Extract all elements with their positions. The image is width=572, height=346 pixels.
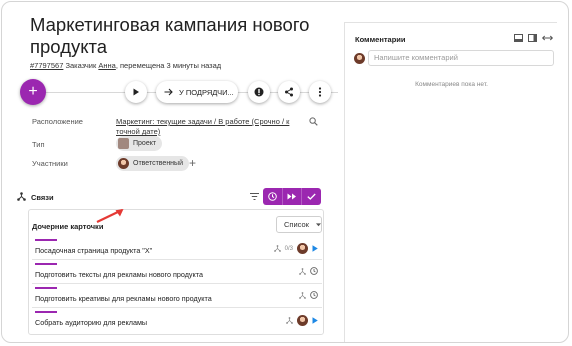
subtasks-icon [299,267,306,275]
comments-title: Комментарии [355,35,406,44]
meta-prefix: Заказчик [63,61,99,70]
annotation-arrow-icon [96,209,124,223]
subtasks-icon [286,317,293,324]
filter-icon[interactable] [250,193,259,200]
links-section-title: Связи [31,193,54,202]
links-hierarchy-icon [17,192,26,201]
child-card[interactable]: Подготовить креативы для рекламы нового … [32,287,322,308]
subtask-count: 0/3 [284,245,293,252]
clock-icon[interactable] [310,291,318,299]
card-color-bar [35,287,57,289]
type-chip[interactable]: Проект [116,136,163,151]
child-card[interactable]: Посадочная страница продукта "X" 0/3 [32,239,322,260]
child-card-title: Подготовить тексты для рекламы нового пр… [35,270,203,279]
play-icon [133,88,139,96]
clock-button[interactable] [263,188,283,205]
card-main-panel: Маркетинговая кампания нового продукта #… [2,2,340,342]
card-id-link[interactable]: #7797567 [30,61,63,70]
fast-forward-icon [287,193,296,200]
expand-horizontal-icon[interactable] [542,34,553,42]
type-label: Тип [32,140,45,149]
layout-bottom-icon[interactable] [514,34,523,42]
child-card[interactable]: Собрать аудиторию для рекламы [32,311,322,332]
child-card-title: Посадочная страница продукта "X" [35,246,153,255]
location-link[interactable]: Маркетинг: текущие задачи / В работе (Ср… [116,117,296,137]
share-icon [285,87,293,97]
card-window: Маркетинговая кампания нового продукта #… [1,1,569,343]
avatar [297,315,308,326]
participant-chip[interactable]: Ответственный [116,156,189,171]
layout-side-icon[interactable] [528,34,537,42]
move-to-button[interactable]: У ПОДРЯДЧИ... [156,81,238,103]
child-cards-title: Дочерние карточки [32,222,104,231]
participants-label: Участники [32,159,68,168]
avatar [118,158,129,169]
search-icon[interactable] [309,117,318,126]
type-chip-label: Проект [133,140,157,147]
share-button[interactable] [278,81,300,103]
avatar [297,243,308,254]
clock-icon[interactable] [310,267,318,275]
child-card[interactable]: Подготовить тексты для рекламы нового пр… [32,263,322,284]
arrow-right-icon [164,88,173,96]
subtasks-icon [299,291,306,299]
add-button[interactable]: + [20,79,46,105]
view-mode-select[interactable]: Список [276,216,322,233]
card-meta: #7797567 Заказчик Анна, перемещена 3 мин… [30,61,221,70]
participant-role-label: Ответственный [133,160,183,167]
subtasks-icon [273,245,281,252]
comments-panel: Комментарии Напишите комментарий Коммент… [344,22,557,342]
card-color-bar [35,311,57,313]
block-button[interactable] [248,81,270,103]
block-icon [254,87,264,97]
clock-icon [268,192,277,201]
child-card-title: Собрать аудиторию для рекламы [35,318,148,327]
meta-suffix: , перемещена 3 минуты назад [115,61,222,70]
comments-empty-message: Комментариев пока нет. [415,81,488,88]
child-cards-panel: Дочерние карточки Список Посадочная стра… [28,209,324,335]
fast-forward-button[interactable] [283,188,303,205]
location-label: Расположение [32,117,83,126]
comment-input[interactable]: Напишите комментарий [368,50,554,66]
links-actions-group [263,188,321,205]
check-icon [307,193,316,200]
play-icon[interactable] [312,317,318,324]
add-participant-icon[interactable]: + [189,156,196,170]
card-color-bar [35,239,57,241]
project-type-icon [118,138,129,149]
check-button[interactable] [302,188,321,205]
avatar [354,53,365,64]
play-icon[interactable] [312,245,318,252]
child-card-title: Подготовить креативы для рекламы нового … [35,294,212,303]
chevron-down-icon [315,222,321,226]
card-title: Маркетинговая кампания нового продукта [30,14,310,57]
card-color-bar [35,263,57,265]
more-button[interactable] [309,81,331,103]
move-to-label: У ПОДРЯДЧИ... [179,87,234,97]
more-vertical-icon [318,87,322,97]
customer-link[interactable]: Анна [98,61,115,70]
play-button[interactable] [125,81,147,103]
view-mode-value: Список [284,220,309,229]
